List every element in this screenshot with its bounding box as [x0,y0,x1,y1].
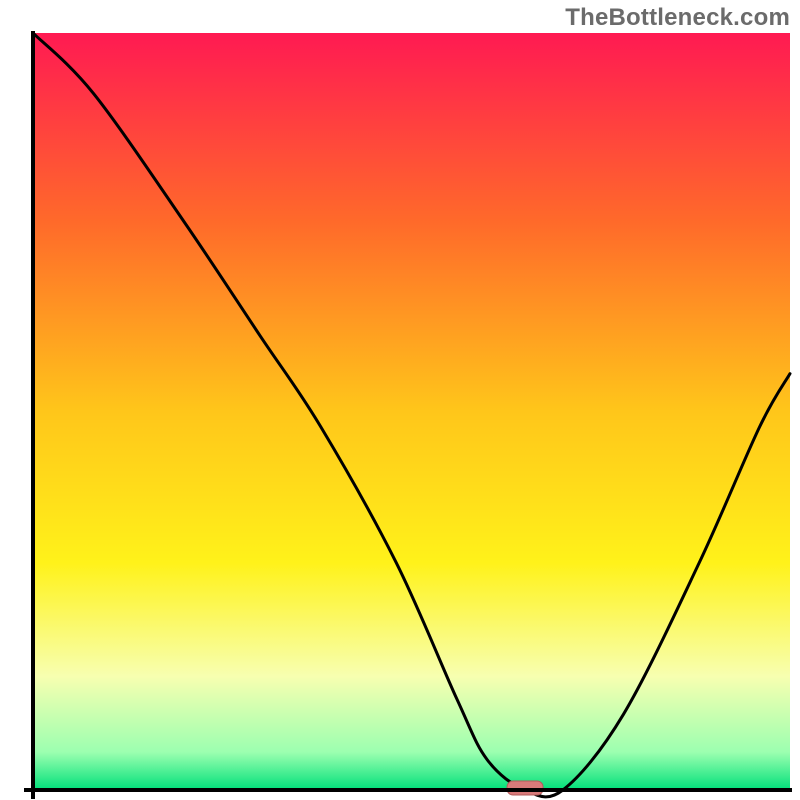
watermark-text: TheBottleneck.com [565,4,790,32]
plot-background [33,33,790,790]
bottleneck-chart: TheBottleneck.com [0,0,800,800]
chart-svg [0,0,800,800]
